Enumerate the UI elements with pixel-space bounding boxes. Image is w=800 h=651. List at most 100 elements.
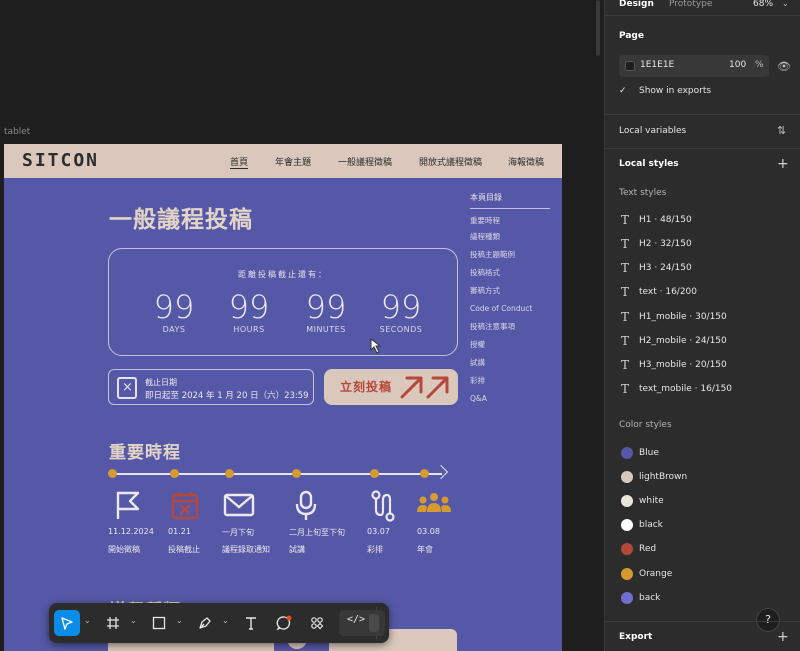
page-title: 一般議程投稿 bbox=[109, 207, 253, 233]
text-style-name: H3_mobile · 20/150 bbox=[639, 360, 727, 370]
pen-icon bbox=[199, 617, 211, 629]
people-icon bbox=[417, 493, 451, 512]
countdown-label: HOURS bbox=[233, 325, 265, 334]
text-style-name: text_mobile · 16/150 bbox=[639, 384, 733, 394]
nav-home[interactable]: 首頁 bbox=[230, 155, 249, 169]
color-style-row[interactable]: lightBrown bbox=[619, 470, 789, 486]
local-variables[interactable]: Local variables bbox=[619, 126, 686, 136]
code-icon: </> bbox=[347, 614, 366, 625]
page-color-field[interactable]: 1E1E1E 100 % bbox=[619, 55, 769, 77]
page-color-hex[interactable]: 1E1E1E bbox=[640, 60, 674, 70]
tab-design[interactable]: Design bbox=[619, 0, 654, 9]
nav-open-cfp[interactable]: 開放式議程徵稿 bbox=[419, 155, 482, 168]
chevron-down-icon[interactable]: ⌄ bbox=[84, 616, 91, 625]
text-styles-title: Text styles bbox=[619, 188, 667, 198]
toc-item[interactable]: 彩排 bbox=[470, 375, 550, 393]
color-style-row[interactable]: Red bbox=[619, 542, 789, 558]
timeline-dot bbox=[292, 469, 301, 478]
text-style-row[interactable]: Ttext_mobile · 16/150 bbox=[619, 382, 789, 398]
comment-tool[interactable] bbox=[271, 610, 297, 636]
text-style-row[interactable]: T H2_mobile · 24/150 bbox=[619, 334, 789, 350]
components-tool[interactable] bbox=[304, 610, 330, 636]
countdown-minutes: 99 MINUTES bbox=[296, 289, 356, 334]
color-swatch bbox=[621, 592, 633, 604]
text-style-row[interactable]: Ttext · 16/200 bbox=[619, 285, 789, 301]
milestone-label: 投稿截止 bbox=[168, 545, 200, 554]
text-style-row[interactable]: T H3 · 24/150 bbox=[619, 261, 789, 277]
color-swatch[interactable] bbox=[625, 61, 635, 71]
toc-item[interactable]: Q&A bbox=[470, 393, 550, 411]
toc-item[interactable]: Code of Conduct bbox=[470, 303, 550, 321]
bottom-toolbar: ⌄ ⌄ ⌄ ⌄ </> bbox=[49, 603, 389, 643]
double-arrow-icon bbox=[400, 376, 449, 399]
toc-item[interactable]: 試講 bbox=[470, 357, 550, 375]
move-tool[interactable] bbox=[54, 610, 80, 636]
text-style-row[interactable]: T H1_mobile · 30/150 bbox=[619, 310, 789, 326]
text-style-icon: T bbox=[621, 310, 630, 324]
toc-item[interactable]: 審稿方式 bbox=[470, 285, 550, 303]
countdown-box: 距離投稿截止還有： 99 DAYS 99 HOURS 99 MINUTES 99… bbox=[108, 248, 458, 356]
countdown-label: MINUTES bbox=[306, 325, 346, 334]
toc-item[interactable]: 投稿主題範例 bbox=[470, 249, 550, 267]
submit-label: 立刻投稿 bbox=[340, 380, 393, 394]
deadline-box: 截止日期 即日起至 2024 年 1 月 20 日（六）23:59 bbox=[108, 369, 314, 405]
color-style-name: black bbox=[639, 520, 663, 530]
text-style-name: H3 · 24/150 bbox=[639, 263, 692, 273]
show-in-exports-label[interactable]: Show in exports bbox=[639, 86, 711, 96]
text-style-row[interactable]: T H3_mobile · 20/150 bbox=[619, 358, 789, 374]
calendar-x-icon bbox=[171, 492, 199, 520]
submit-now-button[interactable]: 立刻投稿 bbox=[324, 369, 458, 405]
timeline-dot bbox=[225, 469, 234, 478]
nav-general-cfp[interactable]: 一般議程徵稿 bbox=[338, 155, 392, 168]
color-styles-title: Color styles bbox=[619, 420, 672, 430]
page-opacity[interactable]: 100 bbox=[729, 60, 746, 70]
text-tool[interactable] bbox=[238, 610, 264, 636]
text-style-row[interactable]: T H2 · 32/150 bbox=[619, 237, 789, 253]
color-swatch bbox=[621, 568, 633, 580]
canvas[interactable]: tablet SITCON 首頁 年會主題 一般議程徵稿 開放式議程徵稿 海報徵… bbox=[0, 0, 604, 651]
chevron-down-icon[interactable]: ⌄ bbox=[782, 0, 789, 8]
chevron-down-icon[interactable]: ⌄ bbox=[130, 616, 137, 625]
text-style-row[interactable]: T H1 · 48/150 bbox=[619, 213, 789, 229]
toc-item[interactable]: 投稿注意事項 bbox=[470, 321, 550, 339]
color-style-row[interactable]: black bbox=[619, 518, 789, 534]
toc-item[interactable]: 投稿格式 bbox=[470, 267, 550, 285]
milestone-date: 二月上旬至下旬 bbox=[289, 528, 345, 537]
timeline-line bbox=[112, 473, 442, 475]
color-style-row[interactable]: back bbox=[619, 591, 789, 607]
color-style-name: Red bbox=[639, 544, 657, 554]
color-style-row[interactable]: Orange bbox=[619, 567, 789, 583]
frame-label[interactable]: tablet bbox=[4, 127, 30, 137]
pen-tool[interactable] bbox=[192, 610, 218, 636]
adjust-icon[interactable]: ⇅ bbox=[777, 124, 786, 137]
frame-tool[interactable] bbox=[100, 610, 126, 636]
zoom-level[interactable]: 68% bbox=[753, 0, 773, 9]
nav-theme[interactable]: 年會主題 bbox=[275, 155, 311, 168]
timeline-dot bbox=[420, 469, 429, 478]
toc-item[interactable]: 議程種類 bbox=[470, 231, 550, 249]
canvas-scrollbar[interactable] bbox=[596, 0, 600, 56]
chevron-down-icon[interactable]: ⌄ bbox=[222, 616, 229, 625]
countdown-caption: 距離投稿截止還有： bbox=[238, 270, 328, 279]
add-export-icon[interactable]: + bbox=[777, 630, 789, 644]
tab-prototype[interactable]: Prototype bbox=[669, 0, 712, 9]
eye-icon[interactable]: 👁 bbox=[777, 60, 791, 73]
color-style-name: lightBrown bbox=[639, 472, 688, 482]
color-style-name: white bbox=[639, 496, 664, 506]
countdown-days: 99 DAYS bbox=[144, 289, 204, 334]
local-styles-title: Local styles bbox=[619, 159, 679, 169]
nav-poster-cfp[interactable]: 海報徵稿 bbox=[508, 155, 544, 168]
checkmark-icon[interactable]: ✓ bbox=[619, 86, 631, 98]
toc-item[interactable]: 重要時程 bbox=[470, 215, 550, 231]
color-style-row[interactable]: white bbox=[619, 494, 789, 510]
percent-sign: % bbox=[755, 60, 764, 70]
tablet-frame[interactable]: SITCON 首頁 年會主題 一般議程徵稿 開放式議程徵稿 海報徵稿 一般議程投… bbox=[4, 144, 562, 651]
color-style-row[interactable]: Blue bbox=[619, 446, 789, 462]
site-navbar: SITCON 首頁 年會主題 一般議程徵稿 開放式議程徵稿 海報徵稿 bbox=[4, 144, 562, 178]
countdown-value: 99 bbox=[305, 288, 347, 326]
toc-item[interactable]: 授權 bbox=[470, 339, 550, 357]
add-style-icon[interactable]: + bbox=[777, 157, 789, 171]
flag-icon bbox=[116, 491, 140, 519]
chevron-down-icon[interactable]: ⌄ bbox=[176, 616, 183, 625]
shape-tool[interactable] bbox=[146, 610, 172, 636]
